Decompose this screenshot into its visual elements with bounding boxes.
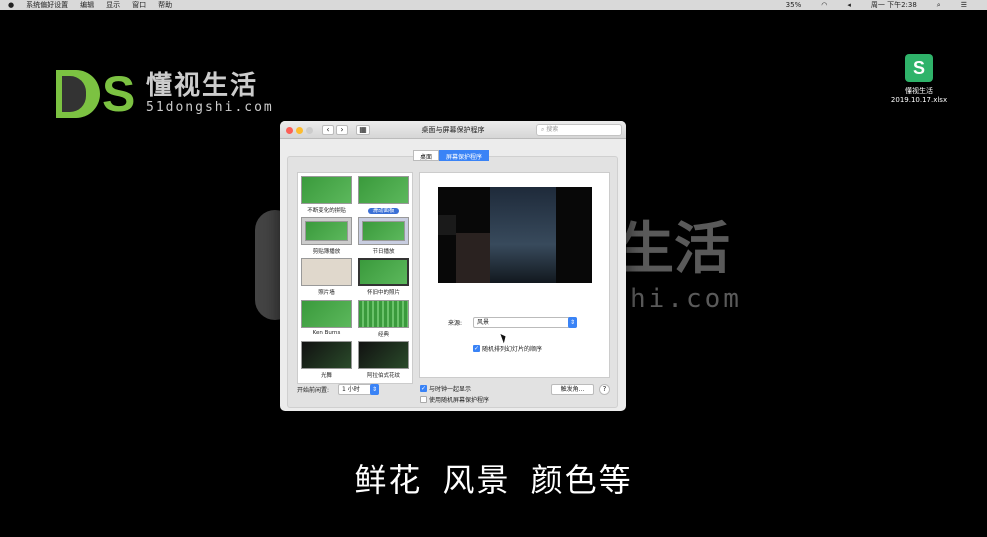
source-select[interactable]: 风景 ⇕ [473,317,577,328]
item-label: Ken Burns [312,329,341,336]
idle-label: 开始前闲置: [297,387,330,394]
screensaver-item[interactable]: 不断变化的拼贴 [301,176,352,215]
watermark-cn: 生活 [618,217,730,282]
logo-cn: 懂视生活 [146,71,259,101]
volume-icon[interactable]: ◂ [847,0,851,10]
idle-value: 1 小时 [342,386,360,393]
help-button[interactable]: ? [599,384,610,395]
screensaver-item[interactable]: Ken Burns [301,299,352,339]
item-label: 节日播放 [372,249,395,256]
item-label: 经典 [377,331,389,338]
tab-screensaver[interactable]: 屏幕保护程序 [439,150,490,161]
shuffle-label: 随机排列幻灯片的顺序 [482,346,543,353]
battery-percent[interactable]: 35% [786,0,802,10]
screensaver-item-selected[interactable]: 滑动面板 [358,176,409,215]
item-label: 不断变化的拼贴 [307,208,346,214]
item-label: 光舞 [320,372,332,379]
video-subtitle: 鲜花 风景 颜色等 [354,461,633,499]
menu-window[interactable]: 窗口 [132,0,146,10]
menu-edit[interactable]: 编辑 [80,0,94,10]
apple-menu-icon[interactable]: ● [8,0,14,10]
screensaver-item[interactable]: 节日播放 [358,217,409,256]
item-label: 剪贴簿播放 [312,249,341,256]
show-clock-label: 与时钟一起显示 [429,386,472,393]
hot-corners-button[interactable]: 触发角... [551,384,594,395]
search-placeholder: 搜索 [546,126,559,133]
checkmark-icon: ✓ [473,345,480,352]
clock[interactable]: 周一 下午2:38 [871,0,917,10]
tab-desktop[interactable]: 桌面 [413,150,440,161]
checkbox-box [420,396,427,403]
screensaver-list[interactable]: 不断变化的拼贴 滑动面板 剪贴簿播放 节日播放 照片墙 怀旧中的照片 Ken B… [297,172,413,384]
screensaver-preview [438,187,592,283]
screensaver-item[interactable]: 照片墙 [301,258,352,297]
spreadsheet-icon: S [905,54,933,82]
source-value: 风景 [477,319,490,326]
search-input[interactable]: ⌕ 搜索 [536,124,622,136]
screensaver-item[interactable]: 剪贴簿播放 [301,217,352,256]
chevron-updown-icon: ⇕ [370,384,379,395]
shuffle-checkbox[interactable]: ✓ 随机排列幻灯片的顺序 [473,344,542,353]
title-bar: ‹ › ▦ 桌面与屏幕保护程序 ⌕ 搜索 [280,121,626,139]
item-label: 怀旧中的照片 [366,290,400,297]
menu-bar: ● 系统偏好设置 编辑 显示 窗口 帮助 35% ◠ ◂ 周一 下午2:38 ⌕… [0,0,987,10]
options-panel: 来源: 风景 ⇕ ✓ 随机排列幻灯片的顺序 [419,172,610,378]
item-label: 照片墙 [318,290,335,297]
notification-icon[interactable]: ☰ [961,0,967,10]
item-label: 阿拉伯式花纹 [366,372,400,379]
show-clock-checkbox[interactable]: ✓ 与时钟一起显示 [420,384,471,393]
idle-time-select[interactable]: 1 小时 ⇕ [338,384,379,395]
idle-time-row: 开始前闲置: [297,385,329,394]
menu-view[interactable]: 显示 [106,0,120,10]
menu-help[interactable]: 帮助 [158,0,172,10]
random-saver-checkbox[interactable]: 使用随机屏幕保护程序 [420,395,489,404]
source-label: 来源: [448,320,463,327]
watermark-en: hi.com [630,284,742,314]
desktop-file-icon[interactable]: S 懂视生活 2019.10.17.xlsx [890,54,948,104]
menu-app[interactable]: 系统偏好设置 [26,0,68,10]
item-label: 滑动面板 [368,208,399,214]
screensaver-item[interactable]: 阿拉伯式花纹 [358,340,409,380]
ds-logo-mark: S [56,69,138,119]
logo-en: 51dongshi.com [146,100,274,115]
screensaver-item[interactable]: 光舞 [301,340,352,380]
checkmark-icon: ✓ [420,385,427,392]
random-saver-label: 使用随机屏幕保护程序 [429,397,490,404]
tab-bar: 桌面 屏幕保护程序 [413,150,490,161]
preferences-window: ‹ › ▦ 桌面与屏幕保护程序 ⌕ 搜索 桌面 屏幕保护程序 不断变化的拼贴 滑… [280,121,626,411]
chevron-updown-icon: ⇕ [568,317,577,328]
file-name: 懂视生活 [905,87,933,95]
brand-logo: S 懂视生活 51dongshi.com [56,69,274,119]
screensaver-item[interactable]: 怀旧中的照片 [358,258,409,297]
spotlight-icon[interactable]: ⌕ [937,0,941,10]
file-ext: 2019.10.17.xlsx [890,96,948,104]
screensaver-item[interactable]: 经典 [358,299,409,339]
wifi-icon[interactable]: ◠ [821,0,827,10]
